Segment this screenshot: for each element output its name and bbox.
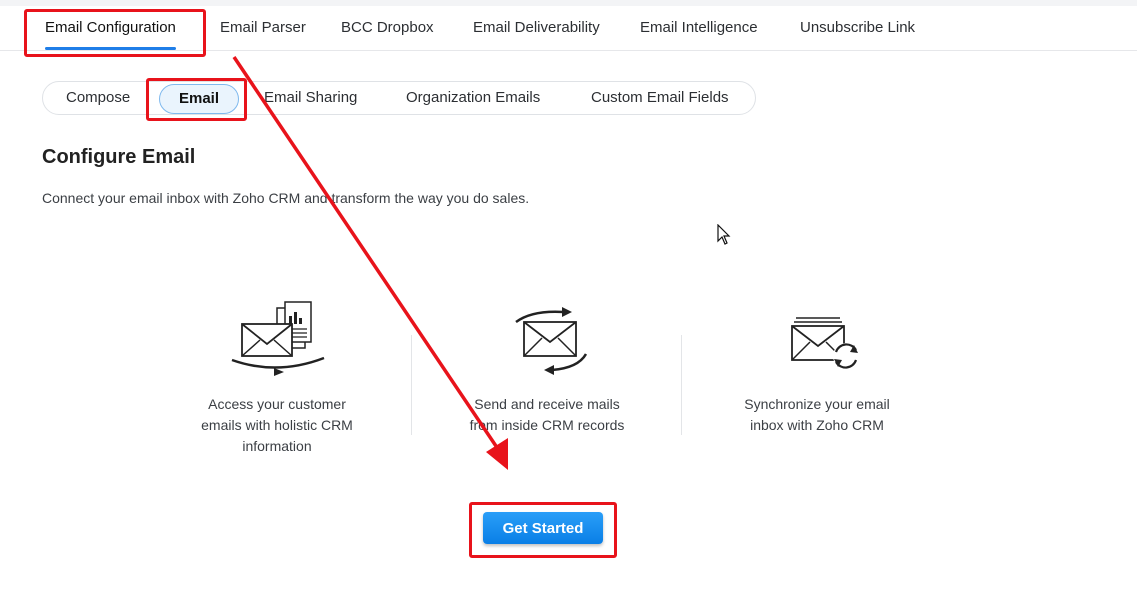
tab-email-deliverability[interactable]: Email Deliverability — [473, 6, 600, 50]
email-sync-icon — [702, 296, 932, 376]
feature-access-emails: Access your customer emails with holisti… — [162, 296, 392, 457]
feature-text-line: inbox with Zoho CRM — [750, 417, 884, 433]
subtab-email-sharing[interactable]: Email Sharing — [264, 82, 357, 114]
divider — [411, 335, 412, 435]
feature-send-receive: Send and receive mails from inside CRM r… — [432, 296, 662, 436]
tab-bcc-dropbox[interactable]: BCC Dropbox — [341, 6, 434, 50]
divider — [681, 335, 682, 435]
email-documents-icon — [162, 296, 392, 376]
subtab-custom-email-fields[interactable]: Custom Email Fields — [591, 82, 729, 114]
feature-text-line: Synchronize your email — [744, 396, 890, 412]
feature-text-line: Access your customer — [208, 396, 346, 412]
subtab-organization-emails[interactable]: Organization Emails — [406, 82, 540, 114]
subtab-compose[interactable]: Compose — [66, 82, 130, 114]
feature-text-line: Send and receive mails — [474, 396, 620, 412]
settings-panel: Email Configuration Email Parser BCC Dro… — [0, 6, 1137, 600]
feature-text-line: information — [242, 438, 312, 454]
email-send-receive-icon — [432, 296, 662, 376]
tab-email-intelligence[interactable]: Email Intelligence — [640, 6, 758, 50]
get-started-button[interactable]: Get Started — [483, 512, 603, 544]
feature-text-line: from inside CRM records — [469, 417, 625, 433]
tab-email-configuration[interactable]: Email Configuration — [45, 6, 176, 50]
page-description: Connect your email inbox with Zoho CRM a… — [42, 190, 530, 206]
tab-unsubscribe-link[interactable]: Unsubscribe Link — [800, 6, 915, 50]
feature-synchronize: Synchronize your email inbox with Zoho C… — [702, 296, 932, 436]
subtab-email[interactable]: Email — [159, 84, 239, 114]
mouse-cursor-icon — [717, 224, 731, 245]
tab-email-parser[interactable]: Email Parser — [220, 6, 306, 50]
top-tab-bar: Email Configuration Email Parser BCC Dro… — [0, 6, 1137, 51]
sub-tab-bar: Compose Email Email Sharing Organization… — [42, 81, 756, 115]
page-title: Configure Email — [42, 146, 196, 168]
feature-text-line: emails with holistic CRM — [201, 417, 353, 433]
